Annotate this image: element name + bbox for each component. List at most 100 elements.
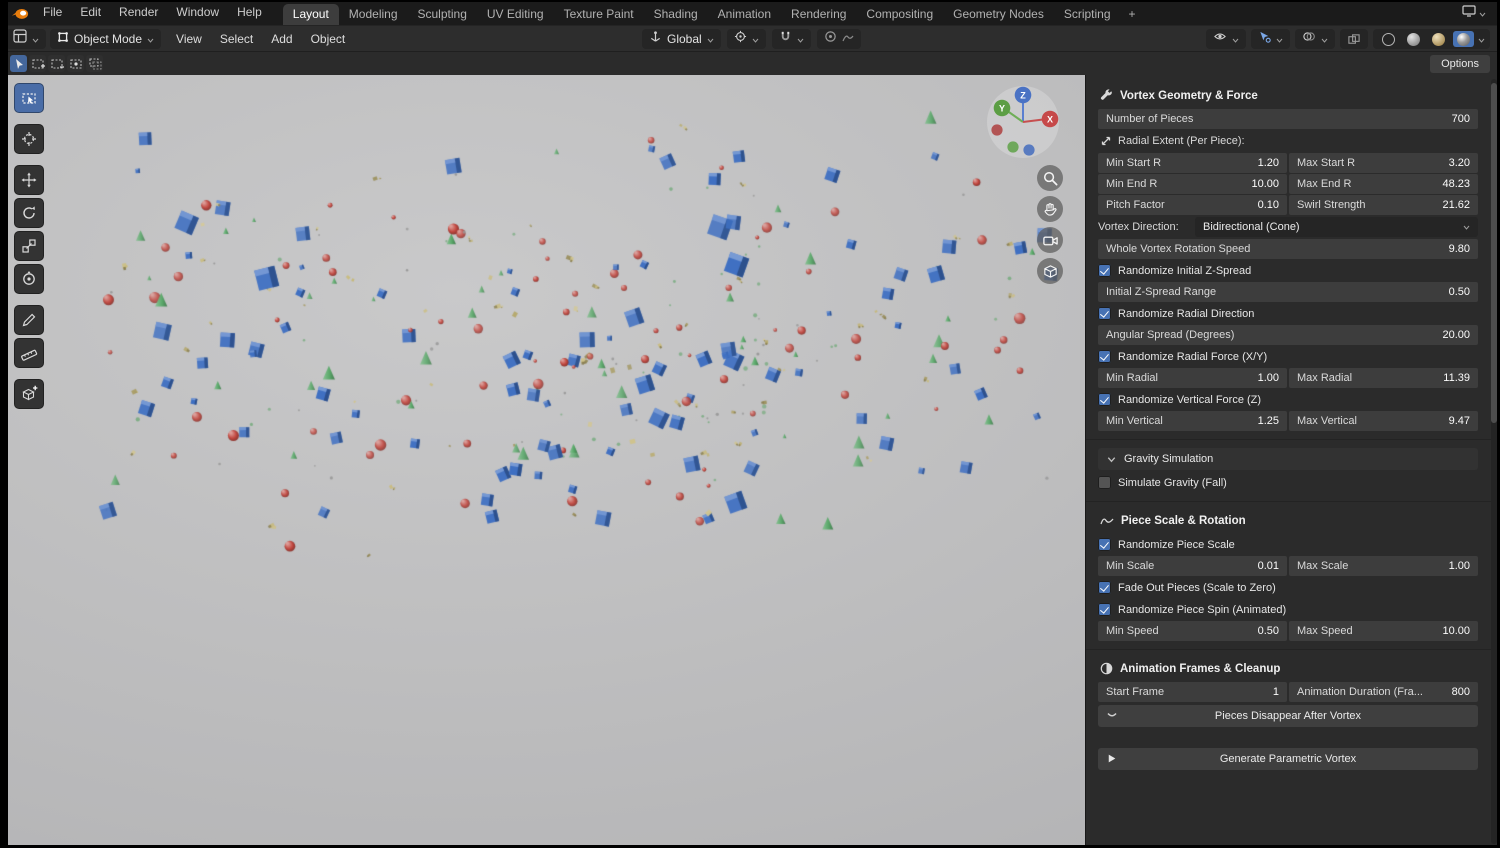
- tab-layout[interactable]: Layout: [282, 4, 339, 25]
- gizmo-neg-x[interactable]: [991, 124, 1003, 136]
- button-generate-parametric-vortex[interactable]: Generate Parametric Vortex: [1098, 748, 1478, 770]
- gizmos-dropdown[interactable]: [1251, 29, 1290, 49]
- tab-compositing[interactable]: Compositing: [856, 4, 943, 25]
- field-max-scale[interactable]: Max Scale 1.00: [1289, 556, 1478, 576]
- select-mode-intersect[interactable]: [86, 55, 103, 72]
- menu-edit[interactable]: Edit: [71, 0, 110, 25]
- field-number-of-pieces[interactable]: Number of Pieces 700: [1098, 109, 1478, 129]
- field-swirl-strength[interactable]: Swirl Strength 21.62: [1289, 195, 1478, 215]
- select-mode-extend[interactable]: [29, 55, 46, 72]
- field-initial-z-spread-range[interactable]: Initial Z-Spread Range 0.50: [1098, 282, 1478, 302]
- visibility-dropdown[interactable]: [1206, 29, 1246, 49]
- editor-type-selector[interactable]: [6, 28, 46, 49]
- tab-rendering[interactable]: Rendering: [781, 4, 856, 25]
- tab-shading[interactable]: Shading: [644, 4, 708, 25]
- button-pieces-disappear-after-vortex[interactable]: Pieces Disappear After Vortex: [1098, 705, 1478, 727]
- shading-wireframe-button[interactable]: [1378, 31, 1399, 47]
- tab-modeling[interactable]: Modeling: [339, 4, 408, 25]
- field-max-vertical[interactable]: Max Vertical 9.47: [1289, 411, 1478, 431]
- viewport-grid-button[interactable]: [1037, 258, 1063, 284]
- tool-add-cube[interactable]: [14, 379, 44, 409]
- checkbox-randomize-vertical-force-z[interactable]: Randomize Vertical Force (Z): [1098, 389, 1478, 410]
- shading-material-button[interactable]: [1428, 31, 1449, 47]
- viewport-3d[interactable]: Z Y X: [0, 75, 1085, 848]
- field-min-radial[interactable]: Min Radial 1.00: [1098, 368, 1287, 388]
- snap-controls[interactable]: [771, 29, 811, 49]
- shading-solid-button[interactable]: [1403, 31, 1424, 47]
- field-max-end-r[interactable]: Max End R 48.23: [1289, 174, 1478, 194]
- gizmo-y-axis[interactable]: Y: [999, 103, 1005, 113]
- select-mode-subtract[interactable]: [48, 55, 65, 72]
- dropdown-vortex-direction[interactable]: Bidirectional (Cone): [1195, 217, 1478, 237]
- viewport-menu-object[interactable]: Object: [302, 32, 355, 46]
- field-min-start-r[interactable]: Min Start R 1.20: [1098, 153, 1287, 173]
- tab-animation[interactable]: Animation: [708, 4, 781, 25]
- tool-measure[interactable]: [14, 338, 44, 368]
- add-workspace-button[interactable]: +: [1121, 4, 1144, 25]
- menu-help[interactable]: Help: [228, 0, 271, 25]
- field-max-radial[interactable]: Max Radial 11.39: [1289, 368, 1478, 388]
- field-start-frame[interactable]: Start Frame 1: [1098, 682, 1287, 702]
- screen-edge: [0, 0, 1500, 2]
- checkbox-randomize-radial-direction[interactable]: Randomize Radial Direction: [1098, 303, 1478, 324]
- viewport-menu-add[interactable]: Add: [262, 32, 301, 46]
- menu-file[interactable]: File: [34, 0, 71, 25]
- tab-texture-paint[interactable]: Texture Paint: [554, 4, 644, 25]
- viewport-pan-button[interactable]: [1037, 196, 1063, 222]
- orientation-selector[interactable]: Global: [642, 29, 721, 49]
- menu-render[interactable]: Render: [110, 0, 167, 25]
- viewport-canvas[interactable]: [0, 75, 1085, 848]
- proportional-edit-controls[interactable]: [816, 29, 861, 49]
- navigation-gizmo[interactable]: Z Y X: [985, 84, 1061, 160]
- viewport-camera-button[interactable]: [1037, 227, 1063, 253]
- field-pair: Min Speed 0.50 Max Speed 10.00: [1098, 621, 1478, 641]
- field-max-start-r[interactable]: Max Start R 3.20: [1289, 153, 1478, 173]
- tool-annotate[interactable]: [14, 305, 44, 335]
- scene-display-selector[interactable]: [1462, 4, 1500, 22]
- checkbox-randomize-piece-spin-animated[interactable]: Randomize Piece Spin (Animated): [1098, 599, 1478, 620]
- viewport-zoom-button[interactable]: [1037, 165, 1063, 191]
- tool-rotate[interactable]: [14, 198, 44, 228]
- checkbox-fade-out-pieces-scale-to-zero[interactable]: Fade Out Pieces (Scale to Zero): [1098, 577, 1478, 598]
- field-min-speed[interactable]: Min Speed 0.50: [1098, 621, 1287, 641]
- tab-sculpting[interactable]: Sculpting: [408, 4, 477, 25]
- viewport-menu-view[interactable]: View: [167, 32, 211, 46]
- select-mode-invert[interactable]: [67, 55, 84, 72]
- gizmo-neg-y[interactable]: [1007, 141, 1019, 153]
- menu-window[interactable]: Window: [167, 0, 228, 25]
- blender-logo-icon[interactable]: [10, 5, 30, 21]
- section-gravity-simulation[interactable]: Gravity Simulation: [1098, 448, 1478, 470]
- tab-geometry-nodes[interactable]: Geometry Nodes: [943, 4, 1054, 25]
- mode-selector[interactable]: Object Mode: [50, 28, 162, 49]
- field-max-speed[interactable]: Max Speed 10.00: [1289, 621, 1478, 641]
- checkbox-randomize-radial-force-x-y[interactable]: Randomize Radial Force (X/Y): [1098, 346, 1478, 367]
- field-min-vertical[interactable]: Min Vertical 1.25: [1098, 411, 1287, 431]
- tab-uv-editing[interactable]: UV Editing: [477, 4, 554, 25]
- field-animation-duration-fra[interactable]: Animation Duration (Fra... 800: [1289, 682, 1478, 702]
- tool-scale[interactable]: [14, 231, 44, 261]
- tool-cursor[interactable]: [14, 124, 44, 154]
- field-pitch-factor[interactable]: Pitch Factor 0.10: [1098, 195, 1287, 215]
- gizmo-z-axis[interactable]: Z: [1020, 90, 1026, 100]
- field-min-end-r[interactable]: Min End R 10.00: [1098, 174, 1287, 194]
- field-min-scale[interactable]: Min Scale 0.01: [1098, 556, 1287, 576]
- overlays-dropdown[interactable]: [1295, 29, 1335, 49]
- shading-rendered-button[interactable]: [1453, 31, 1474, 47]
- tool-box-select[interactable]: [14, 83, 44, 113]
- tool-transform[interactable]: [14, 264, 44, 294]
- options-button[interactable]: Options: [1430, 54, 1490, 73]
- xray-toggle[interactable]: [1340, 29, 1368, 49]
- field-angular-spread-degrees[interactable]: Angular Spread (Degrees) 20.00: [1098, 325, 1478, 345]
- field-whole-vortex-rotation-speed[interactable]: Whole Vortex Rotation Speed 9.80: [1098, 239, 1478, 259]
- checkbox-simulate-gravity-fall[interactable]: Simulate Gravity (Fall): [1098, 472, 1478, 493]
- checkbox-randomize-piece-scale[interactable]: Randomize Piece Scale: [1098, 534, 1478, 555]
- field-label: Min Vertical: [1106, 415, 1163, 427]
- tool-move[interactable]: [14, 165, 44, 195]
- pivot-selector[interactable]: [726, 29, 766, 49]
- select-mode-set[interactable]: [10, 55, 27, 72]
- checkbox-randomize-initial-z-spread[interactable]: Randomize Initial Z-Spread: [1098, 260, 1478, 281]
- gizmo-x-axis[interactable]: X: [1047, 114, 1053, 124]
- tab-scripting[interactable]: Scripting: [1054, 4, 1121, 25]
- viewport-menu-select[interactable]: Select: [211, 32, 262, 46]
- gizmo-neg-z[interactable]: [1023, 144, 1035, 156]
